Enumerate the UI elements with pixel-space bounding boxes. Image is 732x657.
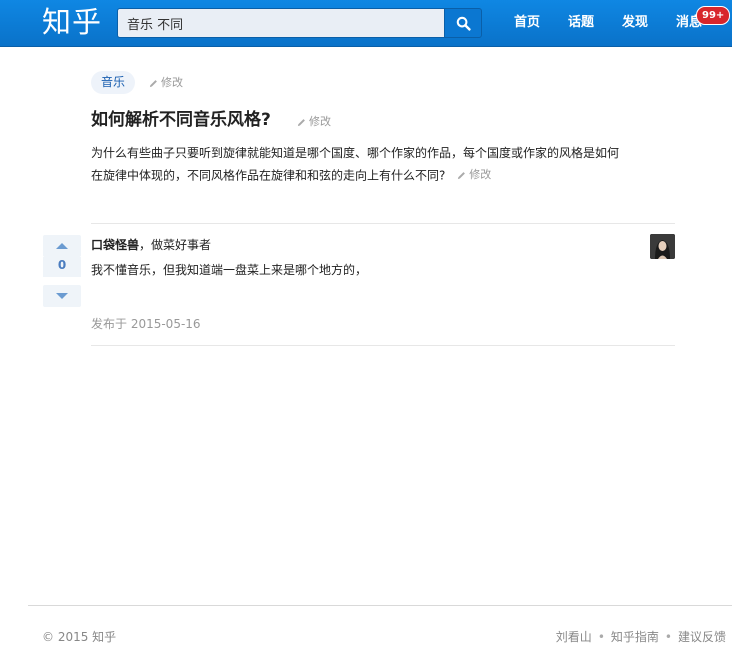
topic-tag[interactable]: 音乐 <box>91 71 136 94</box>
top-navigation-bar: 知乎 首页 话题 发现 消息 99+ <box>0 0 732 47</box>
vote-count: 0 <box>43 257 81 277</box>
arrow-down-icon <box>56 293 68 299</box>
footer-link-liukanshan[interactable]: 刘看山 <box>556 629 592 645</box>
answer-author: 口袋怪兽，做菜好事者 <box>91 237 211 253</box>
footer-separator: • <box>597 630 605 644</box>
avatar[interactable] <box>650 234 675 259</box>
author-name[interactable]: 口袋怪兽 <box>91 238 139 252</box>
footer-link-guide[interactable]: 知乎指南 <box>611 629 659 645</box>
pencil-icon <box>297 118 305 126</box>
edit-topics-button[interactable]: 修改 <box>149 76 183 90</box>
notification-badge: 99+ <box>696 6 731 25</box>
question-detail-line: 为什么有些曲子只要听到旋律就能知道是哪个国度、哪个作家的作品，每个国度或作家的风… <box>91 146 620 160</box>
footer-links: 刘看山 • 知乎指南 • 建议反馈 <box>556 629 726 645</box>
nav-discover[interactable]: 发现 <box>622 14 648 32</box>
zhihu-logo[interactable]: 知乎 <box>42 4 102 40</box>
downvote-button[interactable] <box>43 285 81 307</box>
answer-content: 我不懂音乐，但我知道端一盘菜上来是哪个地方的， <box>91 263 368 277</box>
search-button[interactable] <box>444 8 482 38</box>
nav-topics[interactable]: 话题 <box>568 14 594 32</box>
edit-label: 修改 <box>309 115 331 128</box>
search-icon <box>456 16 471 31</box>
footer-copyright: © 2015 知乎 <box>42 630 117 644</box>
edit-title-button[interactable]: 修改 <box>297 115 331 129</box>
question-detail: 为什么有些曲子只要听到旋律就能知道是哪个国度、哪个作家的作品，每个国度或作家的风… <box>91 142 671 187</box>
footer-link-feedback[interactable]: 建议反馈 <box>678 629 726 645</box>
divider <box>91 345 675 346</box>
question-title: 如何解析不同音乐风格? <box>91 110 271 130</box>
answer-date[interactable]: 发布于 2015-05-16 <box>91 316 201 332</box>
search-input[interactable] <box>117 8 444 38</box>
question-detail-line: 在旋律中体现的，不同风格作品在旋律和和弦的走向上有什么不同? <box>91 168 446 183</box>
edit-label: 修改 <box>161 76 183 89</box>
avatar-image <box>650 234 675 259</box>
edit-detail-button[interactable]: 修改 <box>457 164 491 186</box>
footer-separator: • <box>664 630 672 644</box>
pencil-icon <box>458 171 466 179</box>
upvote-button[interactable] <box>43 235 81 257</box>
divider <box>91 223 675 224</box>
arrow-up-icon <box>56 243 68 249</box>
pencil-icon <box>149 79 157 87</box>
footer-divider <box>28 605 732 606</box>
nav-home[interactable]: 首页 <box>514 14 540 32</box>
edit-label: 修改 <box>469 168 492 181</box>
author-bio: ，做菜好事者 <box>139 238 212 252</box>
